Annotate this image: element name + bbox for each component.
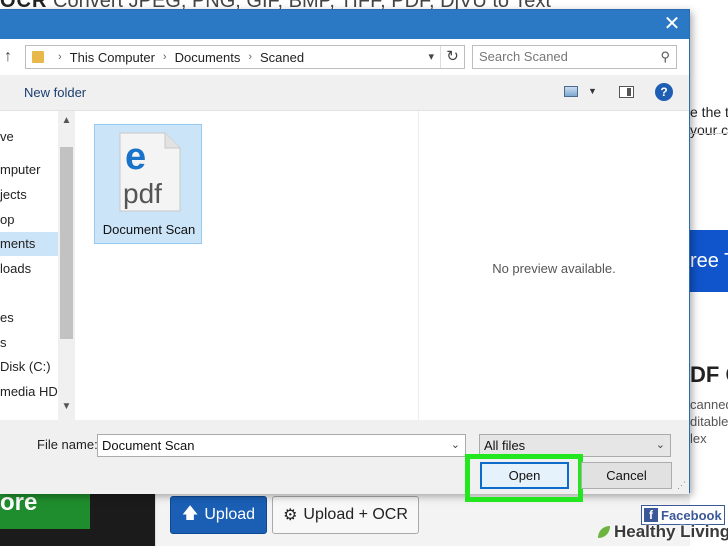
bg-text-fragment: e the te (690, 104, 728, 120)
dialog-footer: File name: Document Scan ⌄ All files ⌄ O… (0, 420, 689, 502)
sidebar-item-local-disk[interactable]: Disk (C:) (0, 355, 58, 379)
gear-icon: ⚙ (283, 507, 298, 524)
bg-free-button[interactable]: ree T (690, 230, 728, 292)
breadcrumb-this-computer[interactable]: This Computer (70, 50, 155, 65)
scrollbar-thumb[interactable] (60, 147, 73, 339)
help-icon[interactable]: ? (655, 83, 673, 101)
facebook-label: Facebook (661, 507, 722, 523)
chevron-right-icon: › (162, 51, 167, 63)
chevron-down-icon[interactable]: ⌄ (656, 435, 665, 456)
navigation-bar: ↑ › This Computer › Documents › Scaned ▾… (0, 39, 689, 75)
background-right-panel: e the te your c ree T DF C canned ditabl… (690, 0, 728, 546)
facebook-icon: f (644, 508, 658, 522)
dialog-toolbar: New folder ▼ ? (0, 75, 689, 111)
sidebar-item-documents[interactable]: ments (0, 232, 58, 256)
chevron-right-icon: › (58, 51, 62, 63)
preview-pane-icon[interactable] (619, 86, 634, 98)
watermark: Healthy Living (596, 522, 728, 542)
preview-message: No preview available. (492, 261, 616, 276)
upload-button-label: Upload (204, 506, 256, 523)
breadcrumb-scaned[interactable]: Scaned (260, 50, 304, 65)
upload-ocr-button-label: Upload + OCR (303, 506, 408, 523)
scroll-up-icon[interactable]: ▲ (58, 115, 75, 129)
breadcrumb-documents[interactable]: Documents (175, 50, 241, 65)
view-options-icon[interactable] (564, 86, 578, 97)
open-file-dialog: ✕ ↑ › This Computer › Documents › Scaned… (0, 9, 690, 502)
file-name-field-label: File name: (37, 437, 98, 452)
file-list: e pdf Document Scan (76, 111, 419, 420)
close-icon[interactable]: ✕ (661, 13, 683, 35)
folder-icon (32, 51, 44, 63)
search-icon[interactable]: ⚲ (660, 46, 670, 68)
sidebar-item[interactable]: es (0, 306, 58, 330)
upload-arrow-icon: 🡅 (181, 504, 199, 522)
file-name-label: Document Scan (102, 222, 196, 237)
sidebar-item[interactable]: loads (0, 257, 58, 281)
file-type-value: All files (484, 438, 526, 453)
navigation-pane: ve mputer jects op ments loads es s Disk… (0, 111, 76, 420)
chevron-right-icon: › (248, 51, 253, 63)
bg-small-text: ditable (690, 414, 728, 429)
dialog-content: ve mputer jects op ments loads es s Disk… (0, 111, 689, 420)
file-item-document-scan[interactable]: e pdf Document Scan (94, 124, 202, 244)
search-placeholder: Search Scaned (479, 49, 568, 64)
dialog-titlebar[interactable]: ✕ (0, 10, 689, 39)
preview-pane: No preview available. (419, 111, 689, 420)
address-bar[interactable]: › This Computer › Documents › Scaned ▾ ↻ (25, 45, 465, 69)
sidebar-item[interactable] (0, 281, 58, 305)
upload-ocr-button[interactable]: ⚙ Upload + OCR (272, 496, 419, 534)
search-input[interactable]: Search Scaned ⚲ (472, 45, 677, 69)
refresh-icon[interactable]: ↻ (440, 46, 464, 68)
chevron-down-icon[interactable]: ▼ (588, 86, 597, 96)
leaf-icon (598, 526, 610, 538)
pdf-file-icon: e pdf (119, 132, 181, 212)
scroll-down-icon[interactable]: ▼ (58, 401, 75, 415)
chevron-down-icon[interactable]: ▾ (428, 50, 434, 63)
upload-button[interactable]: 🡅 Upload (170, 496, 267, 534)
chevron-down-icon[interactable]: ⌄ (451, 435, 460, 456)
file-icon-text: pdf (123, 178, 162, 209)
sidebar-item-media-hdd[interactable]: media HDD (0, 380, 58, 404)
sidebar-item[interactable]: ve (0, 125, 58, 149)
sidebar-item[interactable]: jects (0, 183, 58, 207)
cancel-button[interactable]: Cancel (581, 462, 672, 489)
bg-small-text: canned (690, 397, 728, 412)
sidebar-scrollbar[interactable]: ▲ ▼ (58, 111, 75, 420)
file-name-field[interactable]: Document Scan ⌄ (97, 434, 466, 457)
up-arrow-icon[interactable]: ↑ (4, 47, 20, 67)
resize-grip-icon[interactable]: ⋰ (677, 480, 686, 491)
file-name-value: Document Scan (102, 438, 195, 453)
bg-divider (690, 133, 728, 134)
bg-heading-fragment: DF C (690, 362, 728, 387)
bg-small-text: lex (690, 431, 707, 446)
watermark-text: Healthy Living (614, 522, 728, 541)
file-icon-letter: e (125, 136, 146, 178)
bg-text-fragment: your c (690, 122, 728, 138)
sidebar-item[interactable]: mputer (0, 158, 58, 182)
sidebar-item[interactable]: op (0, 208, 58, 232)
new-folder-button[interactable]: New folder (24, 85, 86, 100)
open-button[interactable]: Open (480, 462, 569, 489)
sidebar-item[interactable]: s (0, 331, 58, 355)
